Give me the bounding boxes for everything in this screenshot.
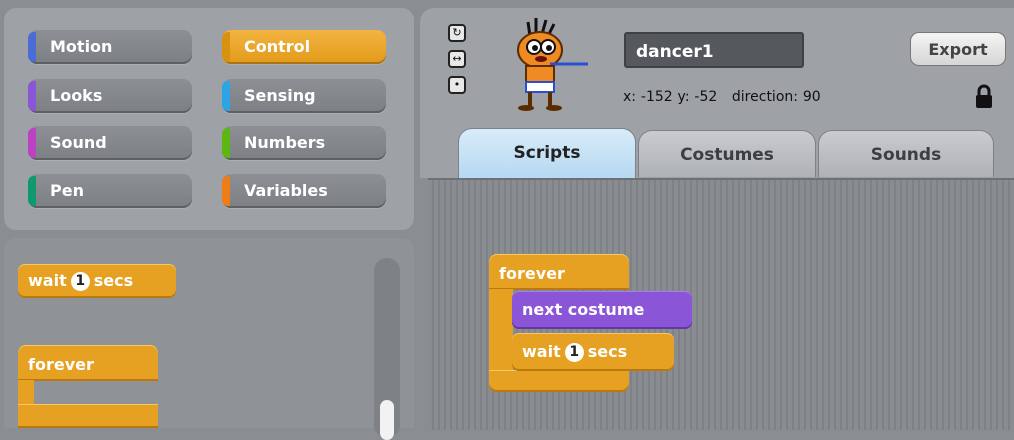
category-label: Numbers [244,133,326,152]
forever-header[interactable]: forever [489,254,629,290]
looks-color-stripe [28,81,36,111]
control-color-stripe [222,32,230,62]
pen-color-stripe [28,176,36,206]
variables-color-stripe [222,176,230,206]
direction-label: direction: [731,89,798,105]
tab-sounds[interactable]: Sounds [818,130,994,177]
category-label: Variables [244,181,328,200]
forever-label: forever [28,355,94,374]
tab-label: Costumes [680,145,774,165]
forever-label: forever [499,264,565,283]
sound-color-stripe [28,128,36,158]
next-costume-block[interactable]: next costume [512,291,692,329]
wait-seconds-input[interactable]: 1 [564,343,584,362]
dont-rotate-icon[interactable]: • [448,76,466,94]
category-numbers[interactable]: Numbers [222,126,386,160]
tab-scripts[interactable]: Scripts [458,128,636,179]
category-control[interactable]: Control [222,30,386,64]
tab-label: Scripts [513,143,581,163]
script-wait-block[interactable]: wait 1 secs [512,333,674,371]
y-value: -52 [694,89,718,105]
forever-footer [489,370,629,392]
category-label: Pen [50,181,84,200]
palette-scroll-thumb[interactable] [380,400,394,440]
category-label: Sound [50,133,107,152]
wait-prefix: wait [28,271,67,290]
lock-icon[interactable] [974,84,994,110]
rotate-all-around-icon[interactable]: ↻ [448,24,466,42]
next-costume-label: next costume [522,300,645,319]
sprite-name-field[interactable]: dancer1 [624,32,804,68]
category-variables[interactable]: Variables [222,174,386,208]
x-label: x: [623,89,637,105]
tab-label: Sounds [870,145,942,165]
category-pen[interactable]: Pen [28,174,192,208]
wait-seconds-input[interactable]: 1 [70,272,90,291]
export-button[interactable]: Export [910,32,1006,66]
tab-costumes[interactable]: Costumes [638,130,816,177]
numbers-color-stripe [222,128,230,158]
palette-wait-block[interactable]: wait 1 secs [18,264,176,298]
sprite-thumbnail [517,18,588,111]
forever-arm [489,289,513,371]
category-motion[interactable]: Motion [28,30,192,64]
forever-footer [18,404,158,428]
y-label: y: [677,89,690,105]
wait-suffix: secs [93,271,134,290]
category-looks[interactable]: Looks [28,79,192,113]
forever-header[interactable]: forever [18,345,158,381]
category-label: Control [244,37,311,56]
wait-prefix: wait [522,342,561,361]
wait-suffix: secs [587,342,628,361]
sprite-coordinates: x: -152 y: -52 direction: 90 [623,89,821,105]
category-label: Looks [50,86,103,105]
left-right-flip-icon[interactable]: ↔ [448,50,466,68]
category-sensing[interactable]: Sensing [222,79,386,113]
direction-value: 90 [802,89,821,105]
category-label: Sensing [244,86,316,105]
sensing-color-stripe [222,81,230,111]
motion-color-stripe [28,32,36,62]
category-label: Motion [50,37,113,56]
x-value: -152 [640,89,673,105]
category-sound[interactable]: Sound [28,126,192,160]
